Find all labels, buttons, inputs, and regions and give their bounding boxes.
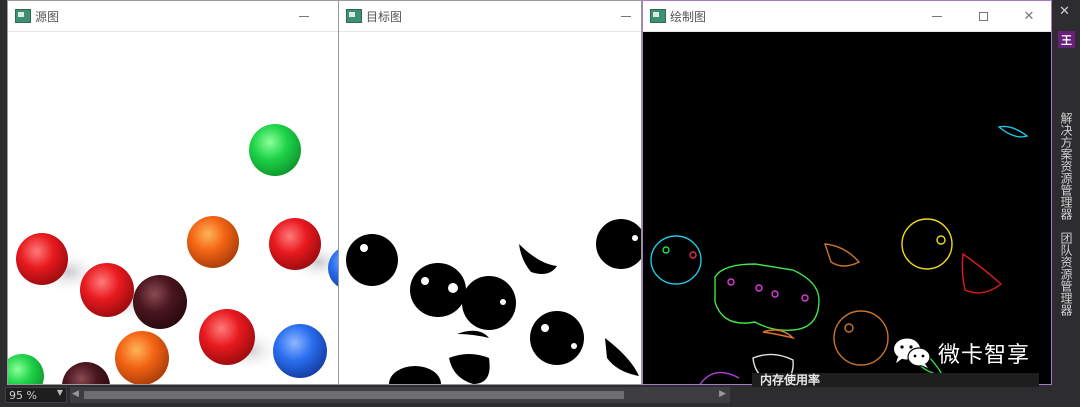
contour-image xyxy=(643,32,1051,384)
source-window-title: 源图 xyxy=(35,9,60,24)
vs-side-strip: ✕ 王 解决方案资源管理器 团队资源管理器 xyxy=(1052,0,1080,407)
watermark: 微卡智享 xyxy=(892,336,1030,370)
maximize-button[interactable] xyxy=(966,1,1000,32)
target-window-title: 目标图 xyxy=(366,9,403,24)
editor-bottom-bar: 95 % ▼ ◀ ▶ xyxy=(0,385,1052,407)
solution-explorer-tab[interactable]: 解决方案资源管理器 xyxy=(1059,112,1073,220)
zoom-value: 95 % xyxy=(9,388,37,402)
scroll-thumb[interactable] xyxy=(84,391,624,399)
opencv-window-icon xyxy=(650,9,666,23)
horizontal-scrollbar[interactable]: ◀ ▶ xyxy=(70,387,730,403)
chevron-down-icon: ▼ xyxy=(56,388,63,397)
wechat-icon xyxy=(894,338,931,368)
scroll-left-icon[interactable]: ◀ xyxy=(72,389,79,399)
source-image xyxy=(8,32,338,384)
team-explorer-tab[interactable]: 团队资源管理器 xyxy=(1059,232,1073,316)
target-image-window[interactable]: 目标图 xyxy=(338,0,642,385)
close-icon: ✕ xyxy=(1023,9,1035,24)
minimize-icon xyxy=(621,16,631,17)
minimize-button[interactable] xyxy=(287,1,321,32)
draw-window-titlebar[interactable]: 绘制图 ✕ xyxy=(643,1,1051,32)
minimize-icon xyxy=(932,16,942,17)
minimize-icon xyxy=(299,16,309,17)
source-image-window[interactable]: 源图 xyxy=(7,0,339,385)
close-button[interactable]: ✕ xyxy=(1012,1,1046,32)
minimize-button[interactable] xyxy=(609,1,641,32)
target-window-titlebar[interactable]: 目标图 xyxy=(339,1,641,32)
watermark-text: 微卡智享 xyxy=(938,343,1031,368)
minimize-button[interactable] xyxy=(920,1,954,32)
zoom-select[interactable]: 95 % ▼ xyxy=(5,387,67,403)
source-window-titlebar[interactable]: 源图 xyxy=(8,1,338,32)
user-badge[interactable]: 王 xyxy=(1058,31,1075,48)
memory-usage-label: 内存使用率 xyxy=(752,373,1039,387)
opencv-window-icon xyxy=(15,9,31,23)
scroll-right-icon[interactable]: ▶ xyxy=(719,389,726,399)
target-image xyxy=(339,32,641,384)
draw-window-title: 绘制图 xyxy=(670,9,707,24)
maximize-icon xyxy=(978,12,988,21)
opencv-window-icon xyxy=(346,9,362,23)
close-icon[interactable]: ✕ xyxy=(1059,4,1070,19)
draw-image-window[interactable]: 绘制图 ✕ xyxy=(642,0,1052,385)
